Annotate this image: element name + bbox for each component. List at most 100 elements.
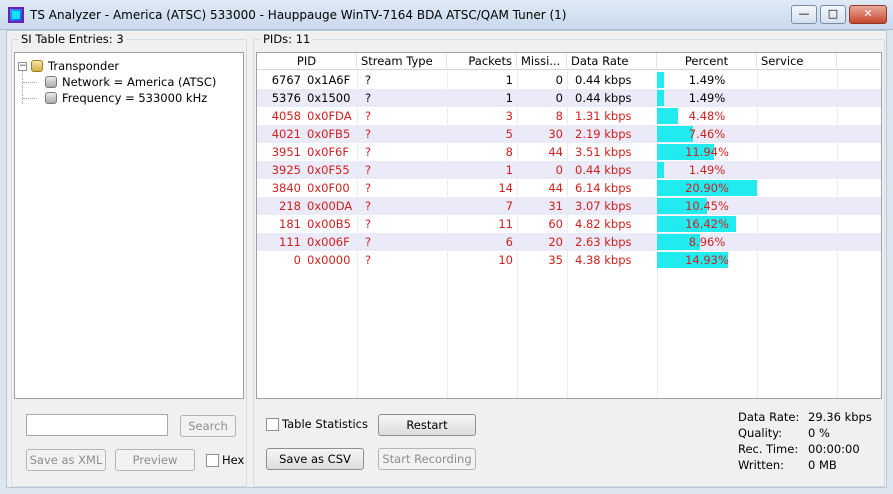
cell-missing: 0: [555, 73, 563, 87]
stat-label-data-rate: Data Rate:: [738, 410, 800, 424]
column-header-pid[interactable]: PID: [257, 53, 357, 70]
cell-pid-hex: 0x1A6F: [307, 73, 351, 87]
tree-node-label: Transponder: [48, 59, 120, 73]
cell-pid-hex: 0x0FDA: [307, 109, 352, 123]
cell-stream-type: ?: [365, 253, 372, 267]
cell-stream-type: ?: [365, 217, 372, 231]
table-row[interactable]: 181 0x00B5? 11 60 4.82 kbps 16.42%: [257, 215, 881, 233]
cell-stream-type: ?: [365, 181, 372, 195]
cell-pid-hex: 0x1500: [307, 91, 351, 105]
save-as-csv-button[interactable]: Save as CSV: [266, 448, 364, 470]
column-header-missing[interactable]: Missi...: [517, 53, 567, 70]
percent-text: 14.93%: [685, 253, 729, 267]
table-row[interactable]: 4021 0x0FB5? 5 30 2.19 kbps 7.46%: [257, 125, 881, 143]
table-row[interactable]: 0 0x0000? 10 35 4.38 kbps 14.93%: [257, 251, 881, 269]
stat-label-quality: Quality:: [738, 426, 783, 440]
leaf-node-icon: [45, 92, 57, 104]
cell-pid: 4021: [271, 127, 301, 141]
percent-text: 4.48%: [688, 109, 726, 123]
hex-checkbox[interactable]: [206, 454, 219, 467]
search-button[interactable]: Search: [180, 415, 236, 437]
cell-stream-type: ?: [365, 73, 372, 87]
hex-label: Hex: [222, 453, 245, 467]
percent-text: 7.46%: [688, 127, 726, 141]
start-recording-button[interactable]: Start Recording: [378, 448, 476, 470]
tree-node-frequency[interactable]: Frequency = 533000 kHz: [45, 90, 207, 106]
pid-table[interactable]: PID Stream Type Packets Missi... Data Ra…: [256, 52, 882, 399]
app-icon: [8, 7, 24, 23]
table-row[interactable]: 4058 0x0FDA? 3 8 1.31 kbps 4.48%: [257, 107, 881, 125]
cell-missing: 0: [555, 163, 563, 177]
cell-percent: 7.46%: [657, 125, 757, 143]
cell-pid: 218: [279, 199, 301, 213]
cell-data-rate: 3.07 kbps: [575, 199, 632, 213]
si-table-group: SI Table Entries: 3 − Transponder Networ…: [11, 32, 247, 487]
cell-stream-type: ?: [365, 163, 372, 177]
table-row[interactable]: 3951 0x0F6F? 8 44 3.51 kbps 11.94%: [257, 143, 881, 161]
cell-pid: 6767: [271, 73, 301, 87]
column-header-percent[interactable]: Percent: [657, 53, 757, 70]
column-header-data-rate[interactable]: Data Rate: [567, 53, 657, 70]
table-row[interactable]: 5376 0x1500? 1 0 0.44 kbps 1.49%: [257, 89, 881, 107]
cell-pid-hex: 0x006F: [307, 235, 350, 249]
close-button[interactable]: ✕: [849, 5, 887, 24]
cell-percent: 1.49%: [657, 89, 757, 107]
table-statistics-checkbox[interactable]: [266, 418, 279, 431]
search-input[interactable]: [26, 414, 168, 436]
si-tree[interactable]: − Transponder Network = America (ATSC) F…: [14, 52, 244, 399]
table-row[interactable]: 3925 0x0F55? 1 0 0.44 kbps 1.49%: [257, 161, 881, 179]
window-client: SI Table Entries: 3 − Transponder Networ…: [6, 30, 887, 488]
pids-group-label: PIDs: 11: [260, 32, 314, 46]
cell-packets: 3: [505, 109, 513, 123]
cell-missing: 44: [548, 145, 563, 159]
cell-percent: 1.49%: [657, 71, 757, 89]
cell-data-rate: 0.44 kbps: [575, 91, 632, 105]
cell-missing: 8: [555, 109, 563, 123]
tree-node-label: Frequency = 533000 kHz: [62, 91, 208, 105]
cell-pid-hex: 0x0F55: [307, 163, 350, 177]
cell-percent: 11.94%: [657, 143, 757, 161]
cell-stream-type: ?: [365, 235, 372, 249]
window-title: TS Analyzer - America (ATSC) 533000 - Ha…: [30, 8, 567, 22]
stat-label-written: Written:: [738, 458, 785, 472]
percent-text: 8.96%: [688, 235, 726, 249]
folder-icon: [31, 60, 43, 72]
cell-pid: 3925: [271, 163, 301, 177]
cell-packets: 10: [498, 253, 513, 267]
column-header-service[interactable]: Service: [757, 53, 837, 70]
restart-button[interactable]: Restart: [378, 414, 476, 436]
table-row[interactable]: 111 0x006F? 6 20 2.63 kbps 8.96%: [257, 233, 881, 251]
cell-packets: 7: [505, 199, 513, 213]
tree-node-transponder[interactable]: Transponder: [31, 58, 119, 74]
preview-button[interactable]: Preview: [115, 449, 195, 471]
minimize-button[interactable]: —: [791, 5, 817, 24]
cell-data-rate: 1.31 kbps: [575, 109, 632, 123]
cell-stream-type: ?: [365, 109, 372, 123]
cell-pid: 3951: [271, 145, 301, 159]
tree-expander-icon[interactable]: −: [18, 62, 27, 71]
cell-pid: 3840: [271, 181, 301, 195]
tree-node-network[interactable]: Network = America (ATSC): [45, 74, 216, 90]
cell-percent: 10.45%: [657, 197, 757, 215]
table-row[interactable]: 6767 0x1A6F? 1 0 0.44 kbps 1.49%: [257, 71, 881, 89]
percent-text: 10.45%: [685, 199, 729, 213]
save-as-xml-button[interactable]: Save as XML: [26, 449, 106, 471]
column-header-filler: [837, 53, 881, 70]
table-row[interactable]: 218 0x00DA? 7 31 3.07 kbps 10.45%: [257, 197, 881, 215]
cell-percent: 1.49%: [657, 161, 757, 179]
column-header-packets[interactable]: Packets: [447, 53, 517, 70]
cell-stream-type: ?: [365, 91, 372, 105]
maximize-button[interactable]: □: [820, 5, 846, 24]
percent-text: 1.49%: [688, 73, 726, 87]
cell-stream-type: ?: [365, 145, 372, 159]
cell-missing: 20: [548, 235, 563, 249]
cell-pid: 0: [293, 253, 301, 267]
cell-data-rate: 2.19 kbps: [575, 127, 632, 141]
leaf-node-icon: [45, 76, 57, 88]
title-bar: TS Analyzer - America (ATSC) 533000 - Ha…: [0, 0, 893, 30]
cell-packets: 1: [505, 91, 513, 105]
cell-packets: 6: [505, 235, 513, 249]
table-row[interactable]: 3840 0x0F00? 14 44 6.14 kbps 20.90%: [257, 179, 881, 197]
cell-pid: 5376: [271, 91, 301, 105]
column-header-stream-type[interactable]: Stream Type: [357, 53, 447, 70]
